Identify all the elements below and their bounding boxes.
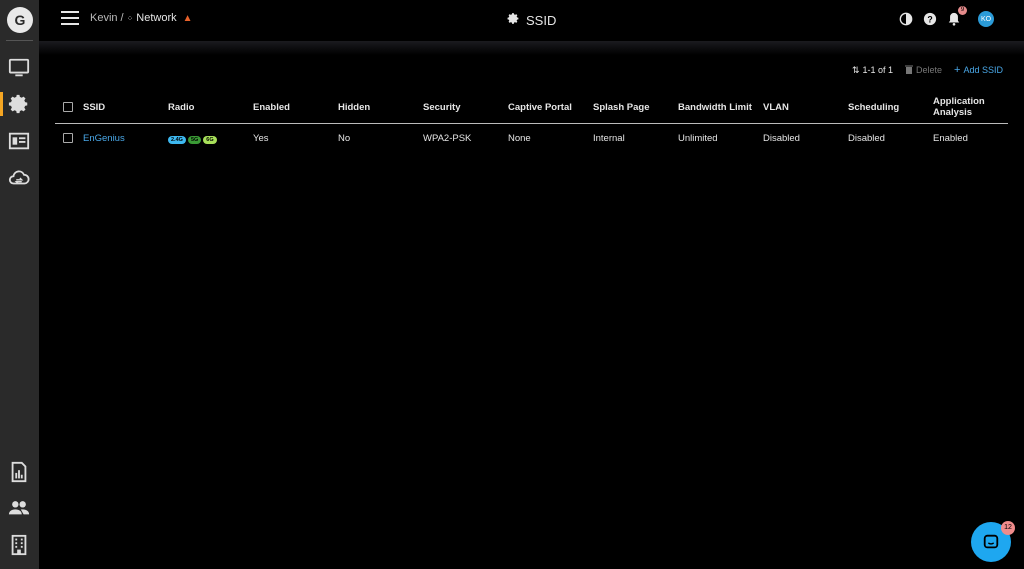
application-analysis-cell: Enabled	[933, 132, 968, 144]
report-icon[interactable]	[7, 460, 31, 484]
select-all-checkbox[interactable]	[63, 102, 73, 113]
warning-icon[interactable]: ▲	[183, 13, 193, 24]
bandwidth-limit-cell: Unlimited	[678, 132, 718, 144]
chat-icon	[983, 534, 999, 549]
ssid-link[interactable]: EnGenius	[83, 133, 125, 144]
trash-icon	[905, 65, 914, 76]
add-ssid-label: Add SSID	[963, 65, 1003, 75]
top-bar: Kevin / ⁘ Network ▲ SSID ? 9 KO	[39, 0, 1024, 41]
page-title: SSID	[526, 12, 557, 28]
row-checkbox[interactable]	[63, 133, 73, 144]
engenius-logo-icon[interactable]: G	[7, 7, 33, 33]
delete-label: Delete	[916, 65, 943, 75]
topbar-shadow	[39, 41, 1024, 55]
menu-icon[interactable]	[61, 11, 79, 25]
table-toolbar: ⇅ 1-1 of 1 Delete + Add SSID	[852, 64, 1003, 76]
sidebar: G	[0, 0, 39, 569]
settings-icon	[507, 12, 520, 28]
vlan-cell: Disabled	[763, 132, 800, 144]
ssid-table: SSID Radio Enabled Hidden Security Capti…	[55, 92, 1008, 153]
column-header-ssid[interactable]: SSID	[83, 92, 168, 124]
delete-button[interactable]: Delete	[905, 65, 942, 76]
column-header-vlan[interactable]: VLAN	[763, 92, 848, 124]
column-header-bandwidth-limit[interactable]: Bandwidth Limit	[678, 92, 763, 124]
sidebar-divider	[6, 40, 33, 41]
breadcrumb-separator: /	[120, 12, 124, 24]
avatar[interactable]: KO	[978, 11, 994, 27]
column-header-splash-page[interactable]: Splash Page	[593, 92, 678, 124]
sort-icon: ⇅	[851, 64, 860, 75]
column-header-captive-portal[interactable]: Captive Portal	[508, 92, 593, 124]
users-icon[interactable]	[7, 496, 31, 520]
help-icon[interactable]: ?	[922, 11, 938, 27]
breadcrumb-network[interactable]: Network	[136, 12, 176, 24]
add-ssid-button[interactable]: + Add SSID	[954, 64, 1003, 76]
network-icon: ⁘	[126, 13, 134, 23]
page-title-wrap: SSID	[507, 12, 556, 28]
list-icon[interactable]	[7, 129, 31, 153]
pagination[interactable]: ⇅ 1-1 of 1	[852, 65, 893, 76]
radio-badge-5g: 5G	[187, 135, 202, 144]
svg-text:?: ?	[927, 15, 932, 25]
pagination-text: 1-1 of 1	[862, 65, 894, 75]
security-cell: WPA2-PSK	[423, 132, 472, 144]
monitor-icon[interactable]	[7, 56, 31, 80]
column-header-hidden[interactable]: Hidden	[338, 92, 423, 124]
notification-bell-icon[interactable]: 9	[946, 6, 967, 27]
column-header-security[interactable]: Security	[423, 92, 508, 124]
plus-icon: +	[954, 64, 961, 76]
captive-portal-cell: None	[508, 132, 531, 144]
column-header-scheduling[interactable]: Scheduling	[848, 92, 933, 124]
gear-icon[interactable]	[0, 92, 31, 116]
column-header-application-analysis[interactable]: Application Analysis	[933, 92, 1008, 124]
column-header-radio[interactable]: Radio	[168, 92, 253, 124]
breadcrumb: Kevin / ⁘ Network ▲	[90, 12, 193, 24]
top-right-actions: ? 9 KO	[898, 6, 994, 27]
radio-badge-6g: 6G	[203, 135, 217, 144]
breadcrumb-org[interactable]: Kevin	[90, 12, 118, 24]
radio-cell: 2.4G 5G 6G	[168, 123, 253, 153]
scheduling-cell: Disabled	[848, 132, 885, 144]
theme-toggle-icon[interactable]	[898, 11, 914, 27]
splash-page-cell: Internal	[593, 132, 625, 144]
table-header-row: SSID Radio Enabled Hidden Security Capti…	[55, 92, 1008, 124]
hidden-cell: No	[338, 132, 351, 144]
column-header-enabled[interactable]: Enabled	[253, 92, 338, 124]
notification-badge: 9	[958, 6, 967, 15]
chat-button[interactable]: 12	[971, 521, 1015, 562]
building-icon[interactable]	[7, 533, 31, 557]
enabled-cell: Yes	[253, 132, 269, 144]
svg-text:G: G	[15, 12, 26, 28]
table-row[interactable]: EnGenius 2.4G 5G 6G Yes No WPA2-PSK None I…	[55, 123, 1008, 153]
chat-badge: 12	[1001, 521, 1015, 535]
cloud-sync-icon[interactable]	[7, 166, 31, 190]
radio-badge-2-4g: 2.4G	[168, 135, 186, 144]
